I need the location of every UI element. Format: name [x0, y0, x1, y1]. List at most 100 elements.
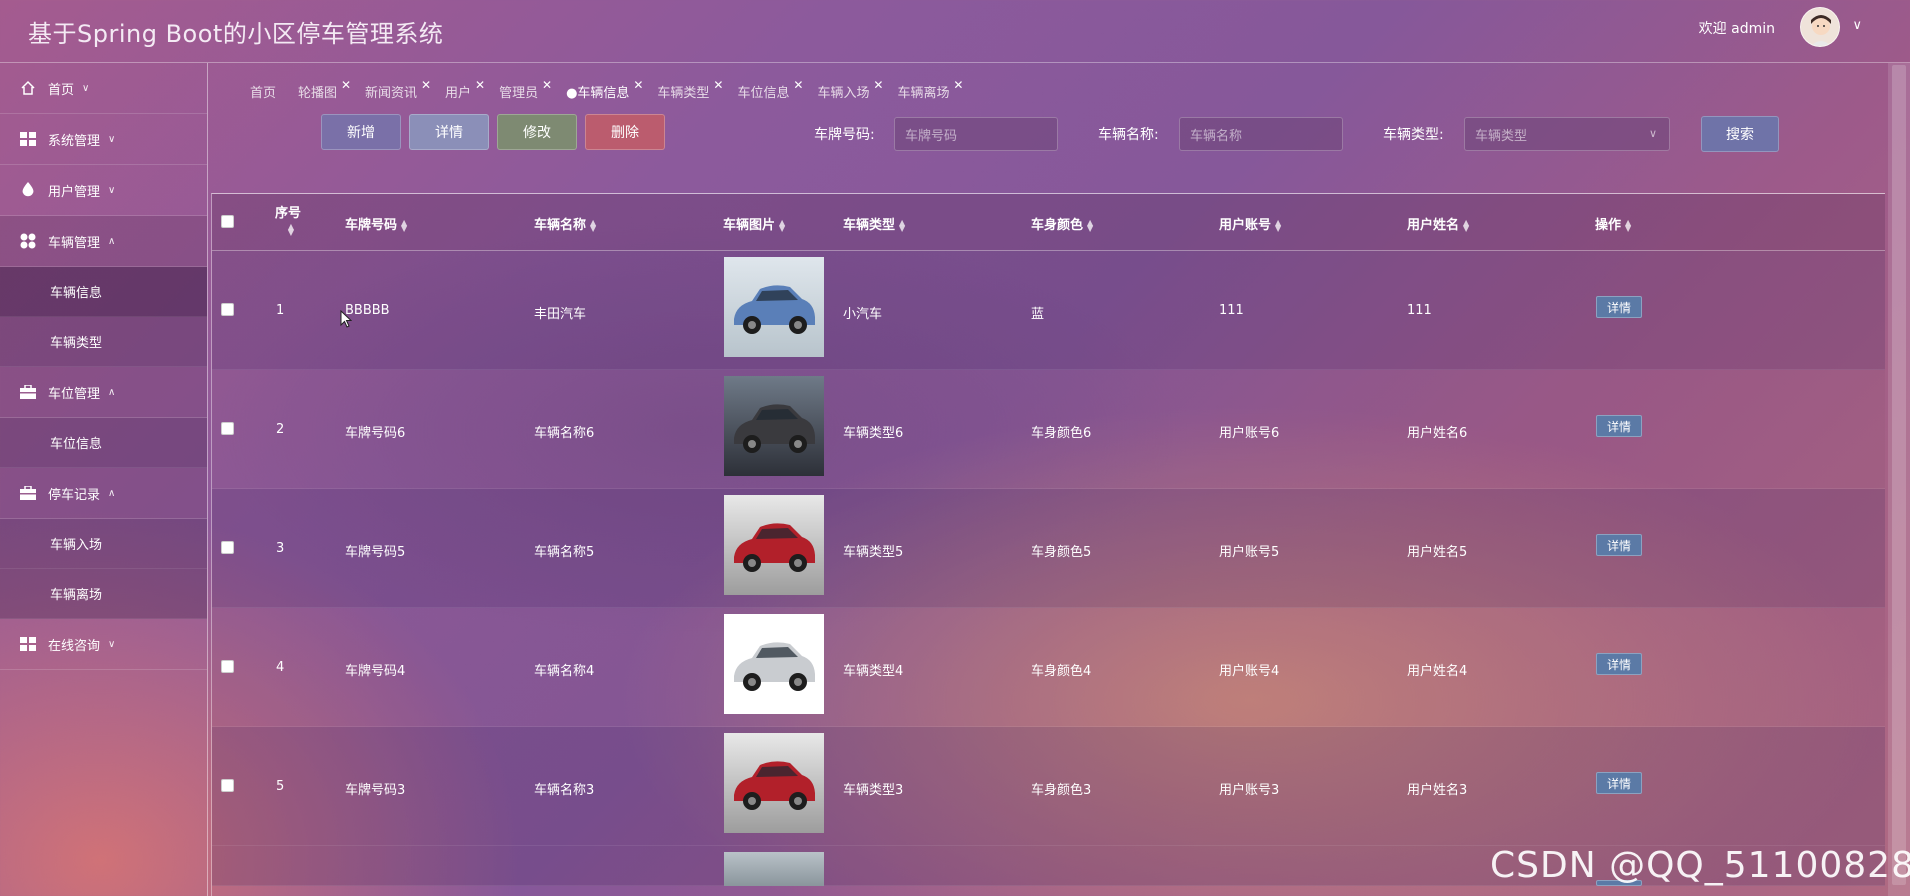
column-label: 车辆名称 — [534, 218, 587, 233]
sidebar-item-system[interactable]: 系统管理 ∨ — [0, 114, 207, 165]
tab-users[interactable]: 用户 ✕ — [445, 78, 485, 104]
tab-admins[interactable]: 管理员 ✕ — [499, 78, 552, 104]
sidebar-item-home[interactable]: 首页 ∨ — [0, 63, 207, 114]
type-cell: 车辆类型4 — [843, 664, 904, 679]
close-icon[interactable]: ✕ — [421, 78, 431, 92]
column-label: 序号 — [275, 206, 302, 221]
name-cell: 车辆名称5 — [534, 545, 595, 560]
close-icon[interactable]: ✕ — [953, 78, 963, 92]
type-select[interactable]: 车辆类型 ∨ — [1464, 117, 1670, 151]
table-row[interactable]: 5 车牌号码3 车辆名称3 车辆类型3 车身颜色3 用户账号3 用户姓名3 详情 — [212, 727, 1885, 846]
column-label: 车牌号码 — [345, 218, 398, 233]
column-header-type[interactable]: 车辆类型 ▲ ▼ — [843, 214, 905, 233]
car-icon — [734, 761, 815, 810]
sidebar-item-vehicles[interactable]: 车辆管理 ∧ — [0, 216, 207, 267]
sidebar-item-parking-records[interactable]: 停车记录 ∧ — [0, 468, 207, 519]
edit-button[interactable]: 修改 — [497, 114, 577, 150]
sidebar-item-consultation[interactable]: 在线咨询 ∨ — [0, 619, 207, 670]
table-header: 序号 ▲ ▼ 车牌号码 ▲ ▼ 车辆名称 ▲ ▼ 车辆图片 ▲ ▼ 车辆类型 ▲ ▼ 车身颜色 ▲ ▼… — [212, 194, 1885, 251]
name-search-input[interactable]: 车辆名称 — [1179, 117, 1343, 151]
detail-row-button[interactable]: 详情 — [1596, 772, 1642, 794]
add-button[interactable]: 新增 — [321, 114, 401, 150]
type-cell: 小汽车 — [843, 307, 883, 322]
plate-search-input[interactable]: 车牌号码 — [894, 117, 1058, 151]
username-cell: 用户姓名6 — [1407, 426, 1468, 441]
welcome-text: 欢迎 admin — [1698, 21, 1775, 37]
column-header-image[interactable]: 车辆图片 ▲ ▼ — [723, 214, 785, 233]
row-checkbox[interactable] — [221, 541, 234, 554]
vehicle-image — [724, 733, 824, 833]
table-row[interactable]: 3 车牌号码5 车辆名称5 车辆类型5 车身颜色5 用户账号5 用户姓名5 详情 — [212, 489, 1885, 608]
detail-row-button[interactable]: 详情 — [1596, 534, 1642, 556]
column-header-no[interactable]: 序号 ▲ ▼ — [275, 202, 301, 236]
color-cell: 车身颜色3 — [1031, 783, 1092, 798]
tab-label: 轮播图 — [298, 86, 338, 101]
close-icon[interactable]: ✕ — [633, 78, 643, 92]
sidebar-item-parking-spaces[interactable]: 车位管理 ∧ — [0, 367, 207, 418]
sidebar-subitem-vehicle-entry[interactable]: 车辆入场 — [0, 519, 207, 569]
row-checkbox[interactable] — [221, 660, 234, 673]
search-button[interactable]: 搜索 — [1701, 116, 1779, 152]
table-body: 1 BBBBB 丰田汽车 小汽车 蓝 111 111 详情 2 车牌号码6 车辆… — [212, 251, 1885, 846]
name-cell: 丰田汽车 — [534, 307, 587, 322]
close-icon[interactable]: ✕ — [542, 78, 552, 92]
table-row[interactable]: 1 BBBBB 丰田汽车 小汽车 蓝 111 111 详情 — [212, 251, 1885, 370]
close-icon[interactable]: ✕ — [713, 78, 723, 92]
column-header-name[interactable]: 车辆名称 ▲ ▼ — [534, 214, 596, 233]
tab-home[interactable]: 首页 — [250, 82, 276, 104]
column-header-username[interactable]: 用户姓名 ▲ ▼ — [1407, 214, 1469, 233]
tab-vehicle-exit[interactable]: 车辆离场 ✕ — [897, 78, 963, 104]
close-icon[interactable]: ✕ — [341, 78, 351, 92]
delete-button[interactable]: 删除 — [585, 114, 665, 150]
tab-news[interactable]: 新闻资讯 ✕ — [365, 78, 431, 104]
tab-space-info[interactable]: 车位信息 ✕ — [737, 78, 803, 104]
tab-vehicle-entry[interactable]: 车辆入场 ✕ — [817, 78, 883, 104]
color-cell: 蓝 — [1031, 307, 1045, 322]
briefcase-icon — [18, 382, 38, 402]
detail-row-button[interactable]: 详情 — [1596, 415, 1642, 437]
scrollbar-thumb[interactable] — [1892, 65, 1906, 885]
vehicle-image — [724, 495, 824, 595]
sidebar-subitem-space-info[interactable]: 车位信息 — [0, 418, 207, 468]
tab-label: ●车辆信息 — [566, 86, 630, 101]
name-cell: 车辆名称4 — [534, 664, 595, 679]
tab-vehicle-info[interactable]: ●车辆信息 ✕ — [566, 78, 643, 104]
column-header-plate[interactable]: 车牌号码 ▲ ▼ — [345, 214, 407, 233]
tab-carousel[interactable]: 轮播图 ✕ — [298, 78, 351, 104]
sort-icon: ▲ ▼ — [1625, 217, 1632, 233]
type-cell: 车辆类型3 — [843, 783, 904, 798]
close-icon[interactable]: ✕ — [873, 78, 883, 92]
sidebar-item-label: 用户管理 — [48, 184, 101, 200]
table-row[interactable]: 2 车牌号码6 车辆名称6 车辆类型6 车身颜色6 用户账号6 用户姓名6 详情 — [212, 370, 1885, 489]
sort-icon: ▲ ▼ — [1463, 217, 1470, 233]
sidebar-subitem-vehicle-info[interactable]: 车辆信息 — [0, 267, 207, 317]
chevron-down-icon[interactable]: ∨ — [1852, 18, 1862, 33]
type-label: 车辆类型: — [1383, 127, 1444, 143]
row-checkbox[interactable] — [221, 422, 234, 435]
sidebar-subitem-vehicle-type[interactable]: 车辆类型 — [0, 317, 207, 367]
user-avatar[interactable] — [1800, 7, 1840, 47]
detail-row-button[interactable]: 详情 — [1596, 653, 1642, 675]
account-cell: 用户账号3 — [1219, 783, 1280, 798]
username-cell: 用户姓名3 — [1407, 783, 1468, 798]
page-scrollbar[interactable] — [1888, 63, 1910, 896]
row-checkbox[interactable] — [221, 779, 234, 792]
select-all-checkbox[interactable] — [221, 215, 234, 228]
grid-icon — [18, 634, 38, 654]
grid-icon — [18, 129, 38, 149]
sidebar-item-users[interactable]: 用户管理 ∨ — [0, 165, 207, 216]
sort-icon: ▲ ▼ — [779, 217, 786, 233]
plate-cell: 车牌号码3 — [345, 783, 406, 798]
close-icon[interactable]: ✕ — [793, 78, 803, 92]
detail-button[interactable]: 详情 — [409, 114, 489, 150]
column-header-color[interactable]: 车身颜色 ▲ ▼ — [1031, 214, 1093, 233]
column-header-account[interactable]: 用户账号 ▲ ▼ — [1219, 214, 1281, 233]
sidebar-subitem-vehicle-exit[interactable]: 车辆离场 — [0, 569, 207, 619]
row-checkbox[interactable] — [221, 303, 234, 316]
vehicle-image — [724, 614, 824, 714]
tab-vehicle-type[interactable]: 车辆类型 ✕ — [657, 78, 723, 104]
table-row[interactable]: 4 车牌号码4 车辆名称4 车辆类型4 车身颜色4 用户账号4 用户姓名4 详情 — [212, 608, 1885, 727]
detail-row-button[interactable]: 详情 — [1596, 296, 1642, 318]
column-header-actions[interactable]: 操作 ▲ ▼ — [1595, 214, 1631, 233]
close-icon[interactable]: ✕ — [475, 78, 485, 92]
